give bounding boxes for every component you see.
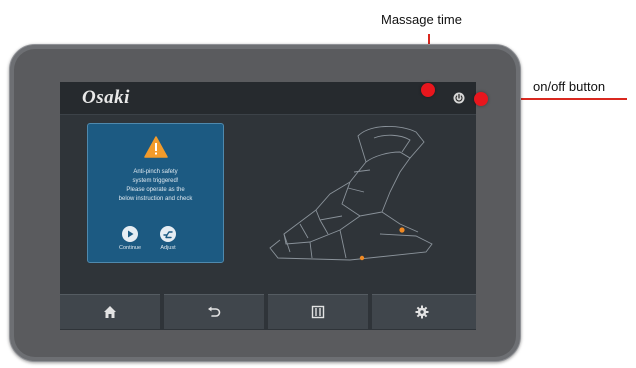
continue-label: Continue	[118, 245, 142, 251]
dialog-message-line: below instruction and check	[118, 196, 193, 202]
onoff-button-marker	[474, 92, 488, 106]
dialog-message-line: Please operate as the	[126, 187, 185, 193]
dialog-message: Anti-pinch safety system triggered! Plea…	[92, 168, 219, 204]
adjust-label: Adjust	[160, 245, 176, 251]
dialog-message-line: Anti-pinch safety	[133, 169, 178, 175]
home-icon	[104, 306, 116, 318]
massage-time-marker	[421, 83, 435, 97]
brand-logo: Osaki	[82, 87, 130, 108]
anti-pinch-dialog: Anti-pinch safety system triggered! Plea…	[87, 123, 224, 263]
continue-button[interactable]: Continue	[110, 226, 150, 251]
back-icon	[208, 306, 221, 317]
recline-icon	[160, 226, 176, 242]
massage-chair-illustration	[269, 125, 433, 261]
power-icon[interactable]	[453, 92, 465, 104]
gear-icon	[415, 305, 429, 319]
adjust-button[interactable]: Adjust	[148, 226, 188, 251]
play-icon	[122, 226, 138, 242]
menu-icon	[311, 305, 325, 319]
control-screen: Osaki Anti-pinch safety system triggered…	[60, 82, 476, 330]
warning-triangle-icon	[144, 136, 168, 158]
menu-button[interactable]	[268, 294, 368, 329]
bottom-nav	[60, 292, 476, 330]
back-button[interactable]	[164, 294, 264, 329]
callout-onoff-label: on/off button	[533, 79, 606, 94]
dialog-message-line: system triggered!	[132, 178, 179, 184]
settings-button[interactable]	[372, 294, 476, 329]
home-button[interactable]	[60, 294, 160, 329]
top-bar: Osaki	[60, 82, 476, 115]
callout-massage-time-label: Massage time	[381, 12, 462, 27]
